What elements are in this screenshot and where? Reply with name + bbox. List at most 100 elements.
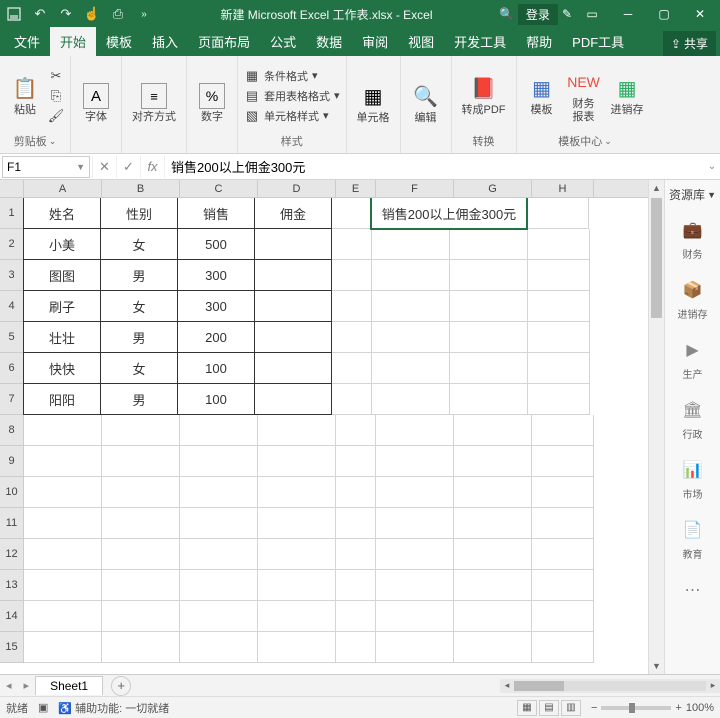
cell[interactable]: [532, 415, 594, 446]
cell[interactable]: [450, 322, 528, 353]
sheet-nav-next[interactable]: ▸: [18, 679, 36, 692]
maximize-icon[interactable]: ▢: [648, 4, 680, 24]
print-icon[interactable]: ⎙: [108, 4, 128, 24]
cell[interactable]: [336, 632, 376, 663]
cell[interactable]: 男: [100, 259, 178, 291]
column-header[interactable]: B: [102, 180, 180, 197]
row-header[interactable]: 14: [0, 601, 24, 632]
cell[interactable]: [180, 601, 258, 632]
cell-style-button[interactable]: ▧单元格样式 ▾: [244, 107, 340, 125]
cell[interactable]: [376, 539, 454, 570]
cell[interactable]: [454, 539, 532, 570]
cell[interactable]: 图图: [23, 259, 101, 291]
cell[interactable]: [528, 322, 590, 353]
cell[interactable]: 100: [177, 352, 255, 384]
cell[interactable]: [527, 198, 589, 229]
name-box[interactable]: F1 ▼: [2, 156, 90, 178]
tab-pdf[interactable]: PDF工具: [562, 27, 634, 56]
sidebar-item[interactable]: 📊市场: [665, 449, 720, 509]
cell[interactable]: [532, 508, 594, 539]
cell[interactable]: [332, 198, 372, 229]
cell[interactable]: 300: [177, 259, 255, 291]
cell[interactable]: [332, 229, 372, 260]
cell[interactable]: [454, 601, 532, 632]
row-header[interactable]: 13: [0, 570, 24, 601]
tab-view[interactable]: 视图: [398, 27, 444, 56]
zoom-slider[interactable]: [601, 706, 671, 710]
cell[interactable]: [336, 446, 376, 477]
cell[interactable]: [332, 384, 372, 415]
sidebar-item[interactable]: ▶生产: [665, 329, 720, 389]
sidebar-item[interactable]: 🏛行政: [665, 389, 720, 449]
share-button[interactable]: ⇪ 共享: [663, 31, 716, 56]
cell[interactable]: [372, 291, 450, 322]
login-button[interactable]: 登录: [518, 4, 558, 25]
tab-review[interactable]: 审阅: [352, 27, 398, 56]
add-sheet-button[interactable]: +: [111, 676, 131, 696]
cell[interactable]: [102, 601, 180, 632]
cell[interactable]: [180, 477, 258, 508]
row-header[interactable]: 4: [0, 291, 24, 322]
cell[interactable]: [258, 632, 336, 663]
cell[interactable]: [528, 229, 590, 260]
cell[interactable]: [528, 353, 590, 384]
qat-more-icon[interactable]: »: [134, 4, 154, 24]
sidebar-item[interactable]: 📄教育: [665, 509, 720, 569]
convert-pdf-button[interactable]: 📕 转成PDF: [458, 72, 510, 118]
row-header[interactable]: 1: [0, 198, 24, 229]
cell[interactable]: [332, 260, 372, 291]
cell[interactable]: [454, 508, 532, 539]
row-header[interactable]: 8: [0, 415, 24, 446]
tab-layout[interactable]: 页面布局: [188, 27, 260, 56]
cell[interactable]: [102, 477, 180, 508]
sidebar-item[interactable]: 💼财务: [665, 209, 720, 269]
expand-formula-icon[interactable]: ⌄: [704, 161, 720, 172]
cell[interactable]: [102, 415, 180, 446]
pen-icon[interactable]: ✎: [562, 7, 572, 21]
view-layout-icon[interactable]: ▤: [539, 700, 559, 716]
redo-icon[interactable]: ↷: [56, 4, 76, 24]
cell[interactable]: [24, 477, 102, 508]
cell[interactable]: 女: [100, 290, 178, 322]
cell[interactable]: [24, 601, 102, 632]
column-header[interactable]: D: [258, 180, 336, 197]
cell[interactable]: [376, 601, 454, 632]
cell[interactable]: [24, 446, 102, 477]
row-header[interactable]: 7: [0, 384, 24, 415]
save-icon[interactable]: [4, 4, 24, 24]
cell[interactable]: 壮壮: [23, 321, 101, 353]
cancel-formula-icon[interactable]: ✕: [92, 156, 116, 178]
row-header[interactable]: 11: [0, 508, 24, 539]
cell[interactable]: [532, 477, 594, 508]
zoom-level[interactable]: 100%: [686, 702, 714, 714]
cell[interactable]: [258, 539, 336, 570]
cell[interactable]: [336, 415, 376, 446]
cell[interactable]: [528, 384, 590, 415]
cond-format-button[interactable]: ▦条件格式 ▾: [244, 67, 340, 85]
zoom-in-icon[interactable]: +: [675, 702, 681, 714]
cell[interactable]: 女: [100, 228, 178, 260]
cell[interactable]: 女: [100, 352, 178, 384]
cell[interactable]: [254, 228, 332, 260]
sidebar-item[interactable]: 📦进销存: [665, 269, 720, 329]
cell[interactable]: [254, 259, 332, 291]
sheet-tab[interactable]: Sheet1: [35, 676, 103, 695]
row-header[interactable]: 5: [0, 322, 24, 353]
cell[interactable]: 快快: [23, 352, 101, 384]
cell[interactable]: [258, 570, 336, 601]
zoom-out-icon[interactable]: −: [591, 702, 597, 714]
confirm-formula-icon[interactable]: ✓: [116, 156, 140, 178]
cell[interactable]: [254, 352, 332, 384]
cell[interactable]: [372, 322, 450, 353]
formula-input[interactable]: 销售200以上佣金300元: [164, 156, 704, 178]
cell[interactable]: [180, 570, 258, 601]
cell[interactable]: [376, 570, 454, 601]
sidebar-title[interactable]: 资源库▼: [665, 180, 720, 209]
cell[interactable]: [180, 415, 258, 446]
sidebar-more[interactable]: ⋯: [665, 569, 720, 611]
cell[interactable]: [180, 446, 258, 477]
cell[interactable]: 500: [177, 228, 255, 260]
cell[interactable]: [454, 570, 532, 601]
cell[interactable]: [450, 291, 528, 322]
row-header[interactable]: 2: [0, 229, 24, 260]
